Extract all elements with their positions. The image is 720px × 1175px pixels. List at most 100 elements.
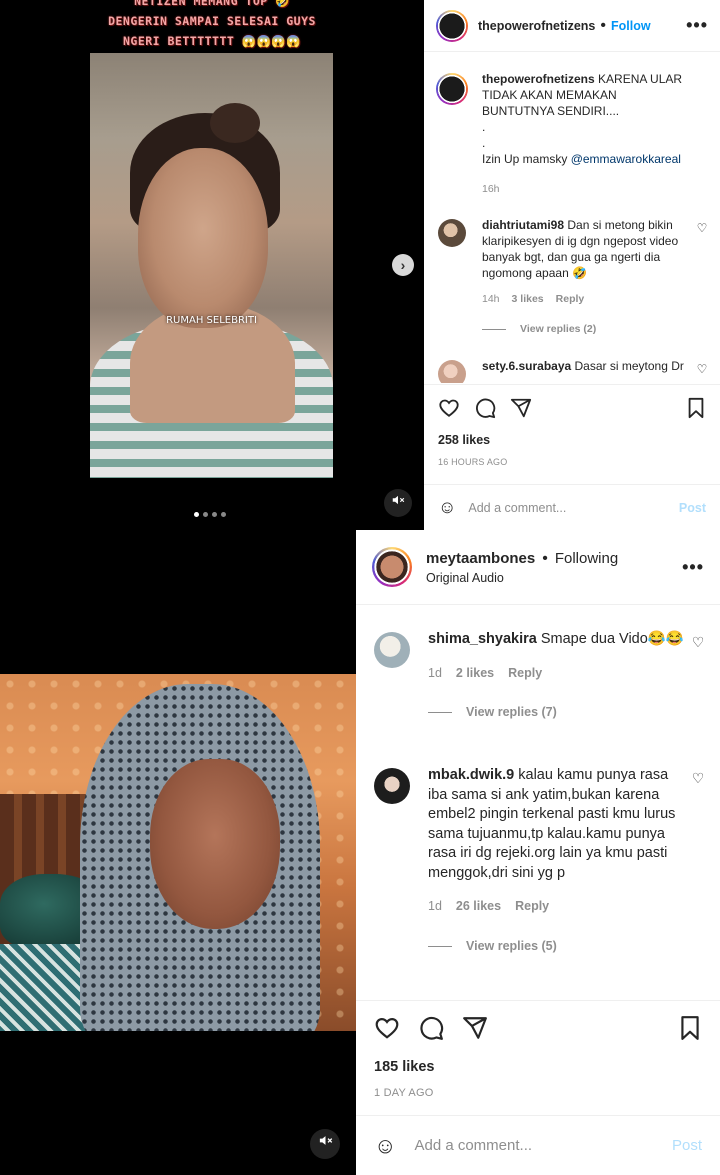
- post-button[interactable]: Post: [672, 1137, 702, 1154]
- carousel-dot: [212, 512, 217, 517]
- comment-text: Smape dua Vido😂😂: [540, 631, 684, 647]
- follow-button[interactable]: Follow: [611, 19, 651, 33]
- caption-dot: .: [482, 136, 486, 150]
- post-sidebar: thepowerofnetizens • Follow ••• thepowerof…: [424, 0, 720, 530]
- video-caption-line: NGERI BETTTTTTT 😱😱😱😱: [122, 34, 302, 48]
- caption-dot: .: [482, 120, 486, 134]
- emoji-icon[interactable]: ☺: [374, 1133, 396, 1159]
- comment: diahtriutami98 Dan si metong bikin klari…: [424, 217, 720, 337]
- comment: shima_shyakira Smape dua Vido😂😂 1d 2 lik…: [356, 630, 720, 723]
- view-replies-button[interactable]: View replies (5): [428, 937, 688, 957]
- comment-icon[interactable]: [474, 397, 496, 419]
- comment-username[interactable]: mbak.dwik.9: [428, 767, 514, 783]
- reply-button[interactable]: Reply: [515, 897, 549, 917]
- avatar[interactable]: [374, 632, 410, 668]
- comment-time: 1d: [428, 665, 442, 680]
- view-replies-label: View replies (5): [466, 938, 557, 953]
- add-comment-input[interactable]: Add a comment...: [414, 1137, 672, 1154]
- video-frame: RUMAH SELEBRITI: [90, 53, 333, 478]
- post-sidebar: meytaambones • Following Original Audio ••…: [356, 530, 720, 1175]
- post-time: 16 HOURS AGO: [438, 457, 508, 467]
- video-frame: [0, 674, 356, 1031]
- more-options-icon[interactable]: •••: [682, 557, 704, 578]
- post-panel-bottom: meytaambones • Following Original Audio ••…: [0, 530, 720, 1175]
- avatar[interactable]: [374, 768, 410, 804]
- comment-username[interactable]: sety.6.surabaya: [482, 359, 571, 373]
- comment-time: 1d: [428, 899, 442, 913]
- caption-credit: Izin Up mamsky: [482, 152, 571, 166]
- comments-list[interactable]: thepowerofnetizens KARENA ULAR TIDAK AKA…: [424, 53, 720, 383]
- mention-link[interactable]: @emmawarokkareal: [571, 152, 681, 166]
- heart-icon[interactable]: ♡: [692, 358, 712, 383]
- heart-icon[interactable]: ♡: [692, 217, 712, 337]
- heart-icon[interactable]: ♡: [688, 630, 708, 723]
- likes-count[interactable]: 258 likes: [438, 433, 706, 447]
- avatar[interactable]: [436, 9, 468, 42]
- comment-likes[interactable]: 2 likes: [456, 664, 494, 684]
- comment-time: 14h: [482, 293, 500, 305]
- post-time: 1 DAY AGO: [374, 1087, 434, 1099]
- heart-icon[interactable]: [438, 397, 460, 419]
- more-options-icon[interactable]: •••: [686, 15, 708, 36]
- comment-text: Dasar si meytong Dr: [574, 359, 684, 373]
- caption-time: 16h: [482, 183, 500, 195]
- view-replies-label: View replies (2): [520, 323, 597, 335]
- comment: sety.6.surabaya Dasar si meytong Dr ♡: [424, 358, 720, 383]
- avatar[interactable]: [436, 73, 468, 105]
- comment-likes[interactable]: 26 likes: [456, 897, 501, 917]
- post-actions: 185 likes 1 DAY AGO: [356, 1000, 720, 1115]
- username[interactable]: thepowerofnetizens: [478, 19, 595, 33]
- view-replies-button[interactable]: View replies (2): [482, 321, 692, 337]
- likes-count[interactable]: 185 likes: [374, 1059, 702, 1075]
- speaker-muted-icon[interactable]: [310, 1129, 340, 1159]
- heart-icon[interactable]: ♡: [688, 766, 708, 956]
- following-button[interactable]: Following: [555, 550, 618, 567]
- heart-icon[interactable]: [374, 1015, 400, 1041]
- comment-icon[interactable]: [418, 1015, 444, 1041]
- comment-username[interactable]: shima_shyakira: [428, 631, 537, 647]
- avatar[interactable]: [372, 547, 412, 587]
- original-audio-link[interactable]: Original Audio: [426, 571, 682, 585]
- carousel-dot: [194, 512, 199, 517]
- share-icon[interactable]: [462, 1015, 488, 1041]
- video-player[interactable]: NETIZEN MEMANG TOP 🤣 DENGERIN SAMPAI SEL…: [0, 0, 424, 530]
- view-replies-button[interactable]: View replies (7): [428, 703, 688, 723]
- view-replies-label: View replies (7): [466, 705, 557, 719]
- avatar[interactable]: [438, 360, 466, 383]
- username[interactable]: meytaambones: [426, 550, 535, 567]
- add-comment-bar: ☺ Add a comment... Post: [424, 484, 720, 530]
- speaker-muted-icon[interactable]: [384, 489, 412, 517]
- bookmark-icon[interactable]: [678, 1015, 702, 1041]
- reply-button[interactable]: Reply: [556, 291, 585, 307]
- post-button[interactable]: Post: [679, 501, 706, 515]
- post-header: meytaambones • Following Original Audio ••…: [356, 530, 720, 605]
- carousel-dots: [194, 512, 226, 517]
- comment-likes[interactable]: 3 likes: [512, 291, 544, 307]
- add-comment-input[interactable]: Add a comment...: [468, 501, 679, 515]
- comment-text: kalau kamu punya rasa iba sama si ank ya…: [428, 767, 676, 881]
- comments-list[interactable]: shima_shyakira Smape dua Vido😂😂 1d 2 lik…: [356, 606, 720, 1000]
- separator: •: [542, 549, 548, 567]
- video-caption-line: DENGERIN SAMPAI SELESAI GUYS: [108, 14, 316, 28]
- post-panel-top: NETIZEN MEMANG TOP 🤣 DENGERIN SAMPAI SEL…: [0, 0, 720, 530]
- video-caption-line: NETIZEN MEMANG TOP 🤣: [134, 0, 290, 8]
- comment-username[interactable]: diahtriutami98: [482, 218, 564, 232]
- video-player[interactable]: [0, 530, 356, 1175]
- add-comment-bar: ☺ Add a comment... Post: [356, 1115, 720, 1175]
- carousel-dot: [221, 512, 226, 517]
- bookmark-icon[interactable]: [686, 397, 706, 419]
- caption-username[interactable]: thepowerofnetizens: [482, 72, 595, 86]
- comment: mbak.dwik.9 kalau kamu punya rasa iba sa…: [356, 766, 720, 956]
- watermark: RUMAH SELEBRITI: [166, 315, 257, 326]
- avatar[interactable]: [438, 219, 466, 247]
- reply-button[interactable]: Reply: [508, 664, 542, 684]
- separator: •: [600, 16, 606, 34]
- emoji-icon[interactable]: ☺: [438, 497, 456, 518]
- share-icon[interactable]: [510, 397, 532, 419]
- post-header: thepowerofnetizens • Follow •••: [424, 0, 720, 52]
- post-caption: thepowerofnetizens KARENA ULAR TIDAK AKA…: [424, 71, 720, 197]
- post-actions: 258 likes 16 HOURS AGO: [424, 384, 720, 484]
- video-caption-overlay: NETIZEN MEMANG TOP 🤣 DENGERIN SAMPAI SEL…: [0, 0, 424, 51]
- carousel-dot: [203, 512, 208, 517]
- chevron-right-icon[interactable]: ›: [392, 254, 414, 276]
